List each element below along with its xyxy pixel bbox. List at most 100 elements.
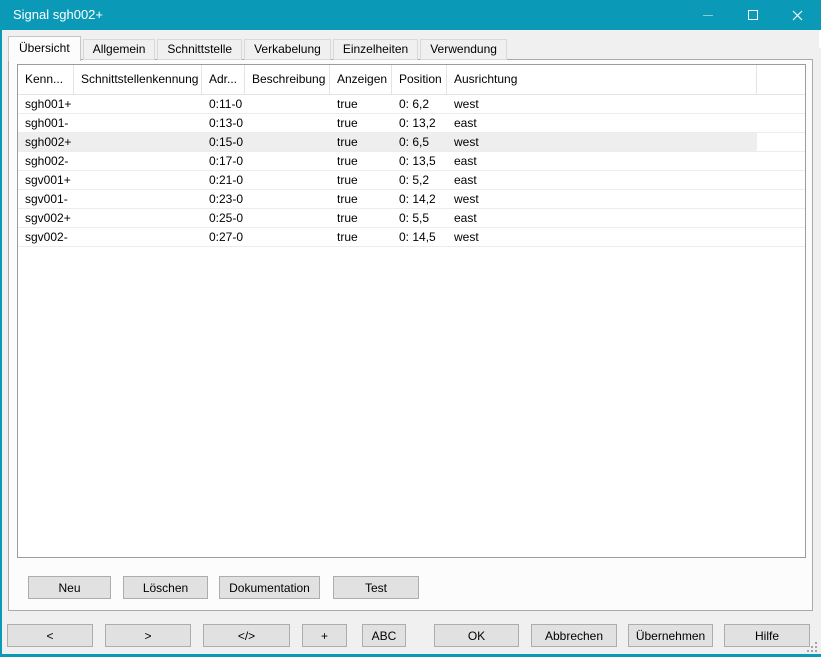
cell-ausrichtung: east	[447, 114, 757, 132]
tab-verwendung[interactable]: Verwendung	[420, 39, 507, 60]
table-row[interactable]: sgh001- 0:13-0 true 0: 13,2 east	[18, 114, 805, 133]
abc-button[interactable]: ABC	[362, 624, 406, 647]
cell-schnittstellenkennung	[74, 95, 202, 113]
ok-button[interactable]: OK	[434, 624, 519, 647]
cell-anzeigen: true	[330, 114, 392, 132]
cell-adresse: 0:13-0	[202, 114, 245, 132]
cell-anzeigen: true	[330, 209, 392, 227]
plus-button[interactable]: +	[302, 624, 347, 647]
table-row[interactable]: sgv001- 0:23-0 true 0: 14,2 west	[18, 190, 805, 209]
cell-position: 0: 13,2	[392, 114, 447, 132]
tab-page-uebersicht: Kenn... Schnittstellenkennung Adr... Bes…	[8, 59, 813, 611]
cell-schnittstellenkennung	[74, 228, 202, 246]
cell-schnittstellenkennung	[74, 114, 202, 132]
cell-kennung: sgh001-	[18, 114, 74, 132]
cancel-button[interactable]: Abbrechen	[531, 624, 617, 647]
table-row[interactable]: sgh002- 0:17-0 true 0: 13,5 east	[18, 152, 805, 171]
maximize-button[interactable]	[730, 0, 775, 30]
cell-empty	[757, 171, 805, 189]
cell-ausrichtung: west	[447, 133, 757, 151]
cell-schnittstellenkennung	[74, 190, 202, 208]
cell-adresse: 0:25-0	[202, 209, 245, 227]
cell-beschreibung	[245, 133, 330, 151]
cell-ausrichtung: east	[447, 209, 757, 227]
cell-ausrichtung: west	[447, 95, 757, 113]
column-header-anzeigen[interactable]: Anzeigen	[330, 65, 392, 94]
cell-adresse: 0:15-0	[202, 133, 245, 151]
code-view-button[interactable]: </>	[203, 624, 290, 647]
delete-button[interactable]: Löschen	[123, 576, 208, 599]
cell-empty	[757, 190, 805, 208]
cell-beschreibung	[245, 152, 330, 170]
help-button[interactable]: Hilfe	[724, 624, 810, 647]
column-header-empty	[757, 65, 805, 94]
cell-beschreibung	[245, 171, 330, 189]
column-header-position[interactable]: Position	[392, 65, 447, 94]
maximize-icon	[748, 10, 758, 20]
cell-empty	[757, 133, 805, 151]
cell-position: 0: 6,5	[392, 133, 447, 151]
documentation-button[interactable]: Dokumentation	[219, 576, 320, 599]
cell-beschreibung	[245, 209, 330, 227]
tab-einzelheiten[interactable]: Einzelheiten	[333, 39, 418, 60]
cell-schnittstellenkennung	[74, 133, 202, 151]
cell-empty	[757, 114, 805, 132]
cell-kennung: sgh001+	[18, 95, 74, 113]
cell-position: 0: 6,2	[392, 95, 447, 113]
column-header-beschreibung[interactable]: Beschreibung	[245, 65, 330, 94]
cell-anzeigen: true	[330, 133, 392, 151]
cell-kennung: sgv001+	[18, 171, 74, 189]
cell-anzeigen: true	[330, 152, 392, 170]
cell-empty	[757, 152, 805, 170]
cell-beschreibung	[245, 95, 330, 113]
cell-beschreibung	[245, 190, 330, 208]
next-button[interactable]: >	[105, 624, 191, 647]
cell-kennung: sgv001-	[18, 190, 74, 208]
cell-position: 0: 13,5	[392, 152, 447, 170]
test-button[interactable]: Test	[333, 576, 419, 599]
cell-ausrichtung: east	[447, 171, 757, 189]
minimize-button	[685, 0, 730, 30]
cell-empty	[757, 95, 805, 113]
tab-uebersicht[interactable]: Übersicht	[8, 36, 81, 61]
cell-adresse: 0:23-0	[202, 190, 245, 208]
column-header-schnittstellenkennung[interactable]: Schnittstellenkennung	[74, 65, 202, 94]
cell-adresse: 0:27-0	[202, 228, 245, 246]
apply-button[interactable]: Übernehmen	[628, 624, 713, 647]
table-row-selected[interactable]: sgh002+ 0:15-0 true 0: 6,5 west	[18, 133, 805, 152]
tab-strip: Übersicht Allgemein Schnittstelle Verkab…	[8, 36, 509, 60]
cell-kennung: sgh002+	[18, 133, 74, 151]
column-header-kennung[interactable]: Kenn...	[18, 65, 74, 94]
table-row[interactable]: sgv002- 0:27-0 true 0: 14,5 west	[18, 228, 805, 247]
tab-schnittstelle[interactable]: Schnittstelle	[157, 39, 242, 60]
cell-anzeigen: true	[330, 190, 392, 208]
cell-schnittstellenkennung	[74, 171, 202, 189]
cell-kennung: sgv002+	[18, 209, 74, 227]
cell-anzeigen: true	[330, 171, 392, 189]
cell-beschreibung	[245, 114, 330, 132]
close-button[interactable]	[775, 0, 820, 30]
new-button[interactable]: Neu	[28, 576, 111, 599]
cell-kennung: sgv002-	[18, 228, 74, 246]
table-row[interactable]: sgv001+ 0:21-0 true 0: 5,2 east	[18, 171, 805, 190]
cell-position: 0: 14,2	[392, 190, 447, 208]
cell-position: 0: 14,5	[392, 228, 447, 246]
column-header-adresse[interactable]: Adr...	[202, 65, 245, 94]
tab-verkabelung[interactable]: Verkabelung	[244, 39, 331, 60]
table-row[interactable]: sgv002+ 0:25-0 true 0: 5,5 east	[18, 209, 805, 228]
signals-table: Kenn... Schnittstellenkennung Adr... Bes…	[17, 64, 806, 558]
cell-ausrichtung: west	[447, 228, 757, 246]
table-row[interactable]: sgh001+ 0:11-0 true 0: 6,2 west	[18, 95, 805, 114]
cell-position: 0: 5,2	[392, 171, 447, 189]
tab-allgemein[interactable]: Allgemein	[83, 39, 156, 60]
resize-grip-dots	[807, 650, 809, 652]
cell-empty	[757, 228, 805, 246]
previous-button[interactable]: <	[7, 624, 93, 647]
cell-anzeigen: true	[330, 228, 392, 246]
resize-grip[interactable]	[807, 642, 817, 652]
dialog-window: Signal sgh002+ Übersicht Allgemein Schni…	[0, 0, 821, 657]
cell-adresse: 0:11-0	[202, 95, 245, 113]
column-header-ausrichtung[interactable]: Ausrichtung	[447, 65, 757, 94]
cell-ausrichtung: west	[447, 190, 757, 208]
cell-ausrichtung: east	[447, 152, 757, 170]
